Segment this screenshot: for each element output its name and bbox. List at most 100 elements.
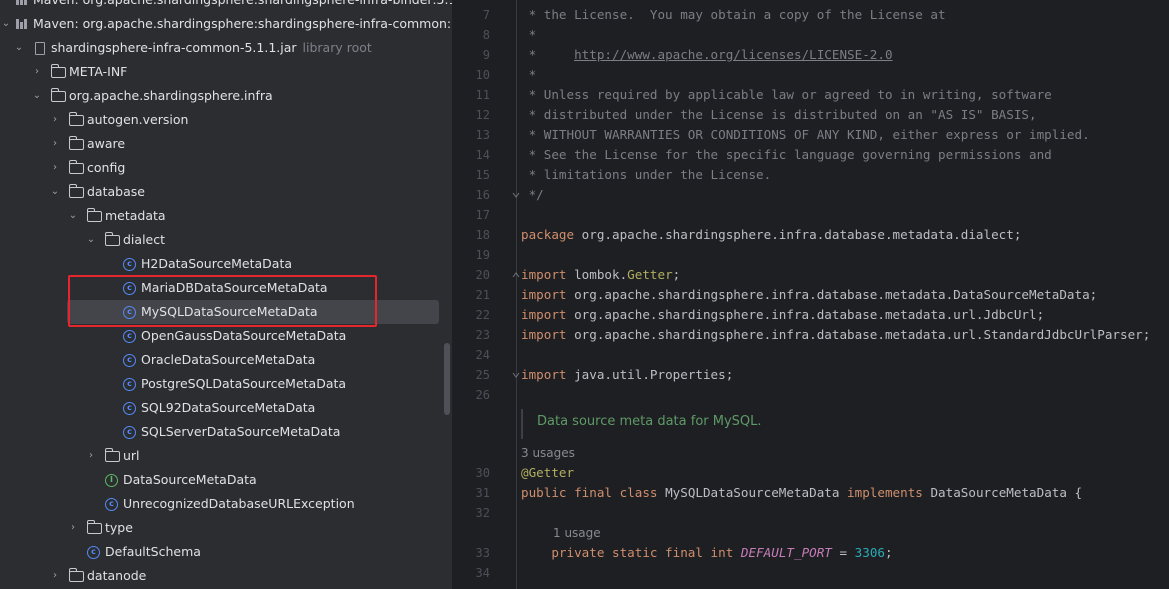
tree-item-type[interactable]: › type [0, 516, 452, 540]
code-line-7: * the License. You may obtain a copy of … [521, 7, 946, 22]
fold-start-icon[interactable] [512, 271, 520, 279]
tree-item-postgresql-metadata[interactable]: c PostgreSQLDataSourceMetaData [0, 372, 452, 396]
usages-hint[interactable]: 3 usages [521, 443, 575, 463]
fold-end-icon[interactable] [512, 191, 520, 199]
chevron-down-icon[interactable]: ⌄ [49, 180, 61, 204]
tree-item-unrecognized-exception[interactable]: c UnrecognizedDatabaseURLException [0, 492, 452, 516]
chevron-down-icon[interactable]: ⌄ [85, 228, 97, 252]
tree-item-config[interactable]: › config [0, 156, 452, 180]
tree-item-opengauss-metadata[interactable]: c OpenGaussDataSourceMetaData [0, 324, 452, 348]
tree-item-database[interactable]: ⌄ database [0, 180, 452, 204]
tree-item-sql92-metadata[interactable]: c SQL92DataSourceMetaData [0, 396, 452, 420]
code-line-30: @Getter [521, 465, 575, 480]
tree-item-h2-metadata[interactable]: c H2DataSourceMetaData [0, 252, 452, 276]
tree-item-meta-inf[interactable]: › META-INF [0, 60, 452, 84]
library-root-hint: library root [302, 40, 372, 55]
chevron-right-icon[interactable]: › [67, 516, 79, 540]
tree-item-label: datanode [87, 568, 147, 583]
chevron-down-icon[interactable]: ⌄ [31, 84, 43, 108]
tree-item-label: dialect [123, 232, 166, 247]
code-line-12: * distributed under the License is distr… [521, 107, 1037, 122]
folder-icon [68, 568, 84, 582]
tree-item-oracle-metadata[interactable]: c OracleDataSourceMetaData [0, 348, 452, 372]
tree-item-maven-infra-common[interactable]: ⌄ Maven: org.apache.shardingsphere:shard… [0, 12, 452, 36]
chevron-right-icon[interactable]: › [49, 108, 61, 132]
tree-item-label: SQLServerDataSourceMetaData [141, 424, 341, 439]
class-icon: c [87, 546, 100, 559]
chevron-right-icon[interactable]: › [49, 564, 61, 588]
keyword: import [521, 287, 567, 302]
tree-item-metadata[interactable]: ⌄ metadata [0, 204, 452, 228]
line-number: 18 [475, 228, 490, 242]
tree-item-default-schema[interactable]: c DefaultSchema [0, 540, 452, 564]
tree-item-label: config [87, 160, 126, 175]
comment-text: * [521, 47, 575, 62]
chevron-down-icon[interactable]: ⌄ [0, 12, 12, 36]
usages-hint[interactable]: 1 usage [553, 523, 601, 543]
tree-item-label: Maven: org.apache.shardingsphere:shardin… [33, 0, 452, 12]
tree-item-jar[interactable]: ⌄ shardingsphere-infra-common-5.1.1.jar l… [0, 36, 452, 60]
tree-item-url[interactable]: › url [0, 444, 452, 468]
class-icon: c [123, 258, 136, 271]
folder-icon [104, 232, 120, 246]
tree-item-label: metadata [105, 208, 166, 223]
chevron-right-icon[interactable]: › [49, 156, 61, 180]
tree-item-label: OpenGaussDataSourceMetaData [141, 328, 347, 343]
chevron-down-icon[interactable]: ⌄ [13, 36, 25, 60]
tree-item-aware[interactable]: › aware [0, 132, 452, 156]
line-number: 20 [475, 268, 490, 282]
code-line-23: import org.apache.shardingsphere.infra.d… [521, 325, 1150, 345]
tree-item-label: org.apache.shardingsphere.infra [69, 88, 273, 103]
class-icon: c [123, 426, 136, 439]
tree-item-label: OracleDataSourceMetaData [141, 352, 316, 367]
rendered-doc-comment[interactable]: Data source meta data for MySQL. [521, 409, 1163, 439]
keyword: implements [847, 485, 923, 500]
chevron-right-icon[interactable]: › [85, 444, 97, 468]
highlight-annotation-box [68, 275, 377, 327]
chevron-right-icon[interactable]: › [49, 132, 61, 156]
tree-scrollbar[interactable] [444, 343, 450, 415]
code-line-21: import org.apache.shardingsphere.infra.d… [521, 285, 1097, 305]
folder-icon [68, 136, 84, 150]
tree-item-label: UnrecognizedDatabaseURLException [123, 496, 355, 511]
doc-comment-text: Data source meta data for MySQL. [537, 414, 762, 429]
fold-end-icon[interactable] [512, 371, 520, 379]
line-number: 34 [475, 566, 490, 580]
maven-library-icon [16, 0, 29, 5]
code-line-8: * [521, 27, 537, 42]
line-number: 11 [475, 88, 490, 102]
line-number: 30 [475, 466, 490, 480]
line-number: 22 [475, 308, 490, 322]
line-number: 10 [475, 68, 490, 82]
class-name: MySQLDataSourceMetaData [657, 485, 848, 500]
code-text: ; [672, 267, 681, 282]
tree-item-label: DefaultSchema [105, 544, 201, 559]
code-line-14: * See the License for the specific langu… [521, 147, 1052, 162]
code-line-20: import lombok.Getter; [521, 265, 680, 285]
code-line-13: * WITHOUT WARRANTIES OR CONDITIONS OF AN… [521, 127, 1090, 142]
tree-item-datasource-metadata[interactable]: I DataSourceMetaData [0, 468, 452, 492]
code-text: DataSourceMetaData { [922, 485, 1083, 500]
tree-item-label: aware [87, 136, 126, 151]
folder-icon [86, 520, 102, 534]
line-number: 12 [475, 108, 490, 122]
tree-item-dialect[interactable]: ⌄ dialect [0, 228, 452, 252]
code-line-11: * Unless required by applicable law or a… [521, 87, 1052, 102]
tree-item-sqlserver-metadata[interactable]: c SQLServerDataSourceMetaData [0, 420, 452, 444]
keyword: import [521, 327, 567, 342]
tree-item-autogen-version[interactable]: › autogen.version [0, 108, 452, 132]
code-text: org.apache.shardingsphere.infra.database… [566, 327, 1151, 342]
keyword: import [521, 367, 567, 382]
code-editor[interactable]: 7 8 9 10 11 12 13 14 15 16 17 18 19 20 2… [452, 0, 1169, 589]
tree-item-package-infra[interactable]: ⌄ org.apache.shardingsphere.infra [0, 84, 452, 108]
chevron-down-icon[interactable]: ⌄ [67, 204, 79, 228]
tree-item-maven-infra-binder[interactable]: Maven: org.apache.shardingsphere:shardin… [0, 0, 452, 12]
chevron-right-icon[interactable]: › [31, 60, 43, 84]
keyword: import [521, 307, 567, 322]
license-link[interactable]: http://www.apache.org/licenses/LICENSE-2… [574, 47, 892, 62]
code-text: lombok. [566, 267, 628, 282]
line-number: 26 [475, 388, 490, 402]
line-number: 14 [475, 148, 490, 162]
code-line-16: */ [521, 187, 544, 202]
tree-item-datanode[interactable]: › datanode [0, 564, 452, 588]
